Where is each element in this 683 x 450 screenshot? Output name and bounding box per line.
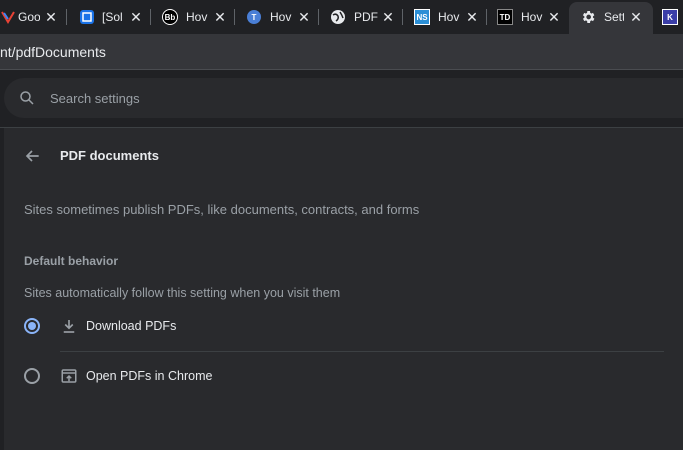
tab-google[interactable]: Goo ✕ <box>0 0 66 34</box>
tab-title: Goo <box>18 10 40 24</box>
close-tab-icon[interactable]: ✕ <box>465 9 479 25</box>
open-pdfs-in-chrome-label: Open PDFs in Chrome <box>86 369 213 383</box>
td-favicon-icon: TD <box>497 9 513 25</box>
tab-title: Hov <box>186 10 208 24</box>
tab-hov-blue[interactable]: T Hov ✕ <box>235 0 318 34</box>
download-pdfs-label: Download PDFs <box>86 319 177 333</box>
open-pdfs-in-chrome-radio[interactable] <box>24 368 40 384</box>
tab-td[interactable]: TD Hov ✕ <box>487 0 569 34</box>
tab-title: [Sol <box>102 10 123 24</box>
tab-bb[interactable]: Bb Hov ✕ <box>151 0 234 34</box>
settings-search-bar <box>0 70 683 128</box>
close-tab-icon[interactable]: ✕ <box>629 9 643 25</box>
back-arrow-icon[interactable] <box>22 146 42 166</box>
tab-title: Hov <box>270 10 292 24</box>
section-subtitle: Sites automatically follow this setting … <box>24 286 341 300</box>
address-bar[interactable]: nt/pdfDocuments <box>0 34 683 70</box>
tab-title: PDF <box>354 10 378 24</box>
blue-circle-favicon-icon: T <box>246 9 262 25</box>
blue-square-favicon-icon <box>79 9 95 25</box>
tab-pdf[interactable]: PDF ✕ <box>319 0 402 34</box>
tab-settings[interactable]: Sett ✕ <box>569 0 653 34</box>
close-tab-icon[interactable]: ✕ <box>129 9 143 25</box>
close-tab-icon[interactable]: ✕ <box>213 9 227 25</box>
tab-title: Hov <box>438 10 460 24</box>
gear-icon <box>580 9 596 25</box>
search-box[interactable] <box>4 78 683 118</box>
page-description: Sites sometimes publish PDFs, like docum… <box>24 202 420 217</box>
svg-text:T: T <box>252 13 257 22</box>
download-pdfs-option[interactable]: Download PDFs <box>4 306 683 346</box>
section-title: Default behavior <box>24 254 119 268</box>
close-tab-icon[interactable]: ✕ <box>381 9 395 25</box>
bb-favicon-icon: Bb <box>162 9 178 25</box>
close-tab-icon[interactable]: ✕ <box>44 9 58 25</box>
close-tab-icon[interactable]: ✕ <box>547 9 561 25</box>
tab-k[interactable]: K <box>654 0 683 34</box>
k-favicon-icon: K <box>662 9 678 25</box>
tab-ns[interactable]: NS Hov ✕ <box>403 0 486 34</box>
download-icon <box>63 320 75 333</box>
google-favicon-icon <box>0 9 16 25</box>
open-in-browser-icon <box>61 369 77 383</box>
tab-sol[interactable]: [Sol ✕ <box>67 0 150 34</box>
close-tab-icon[interactable]: ✕ <box>297 9 311 25</box>
option-divider <box>60 351 664 352</box>
settings-page: PDF documents Sites sometimes publish PD… <box>0 128 683 450</box>
search-input[interactable] <box>50 88 550 108</box>
tab-strip: Goo ✕ [Sol ✕ Bb Hov ✕ T Hov ✕ PDF ✕ NS H… <box>0 0 683 34</box>
url-text[interactable]: nt/pdfDocuments <box>0 44 106 60</box>
pdf-documents-card: PDF documents Sites sometimes publish PD… <box>4 128 683 450</box>
tab-title: Hov <box>521 10 543 24</box>
ns-favicon-icon: NS <box>414 9 430 25</box>
open-pdfs-in-chrome-option[interactable]: Open PDFs in Chrome <box>4 356 683 396</box>
globe-icon <box>330 9 346 25</box>
tab-title: Sett <box>604 10 624 24</box>
download-pdfs-radio[interactable] <box>24 318 40 334</box>
search-icon <box>20 91 34 105</box>
page-title: PDF documents <box>60 148 159 163</box>
